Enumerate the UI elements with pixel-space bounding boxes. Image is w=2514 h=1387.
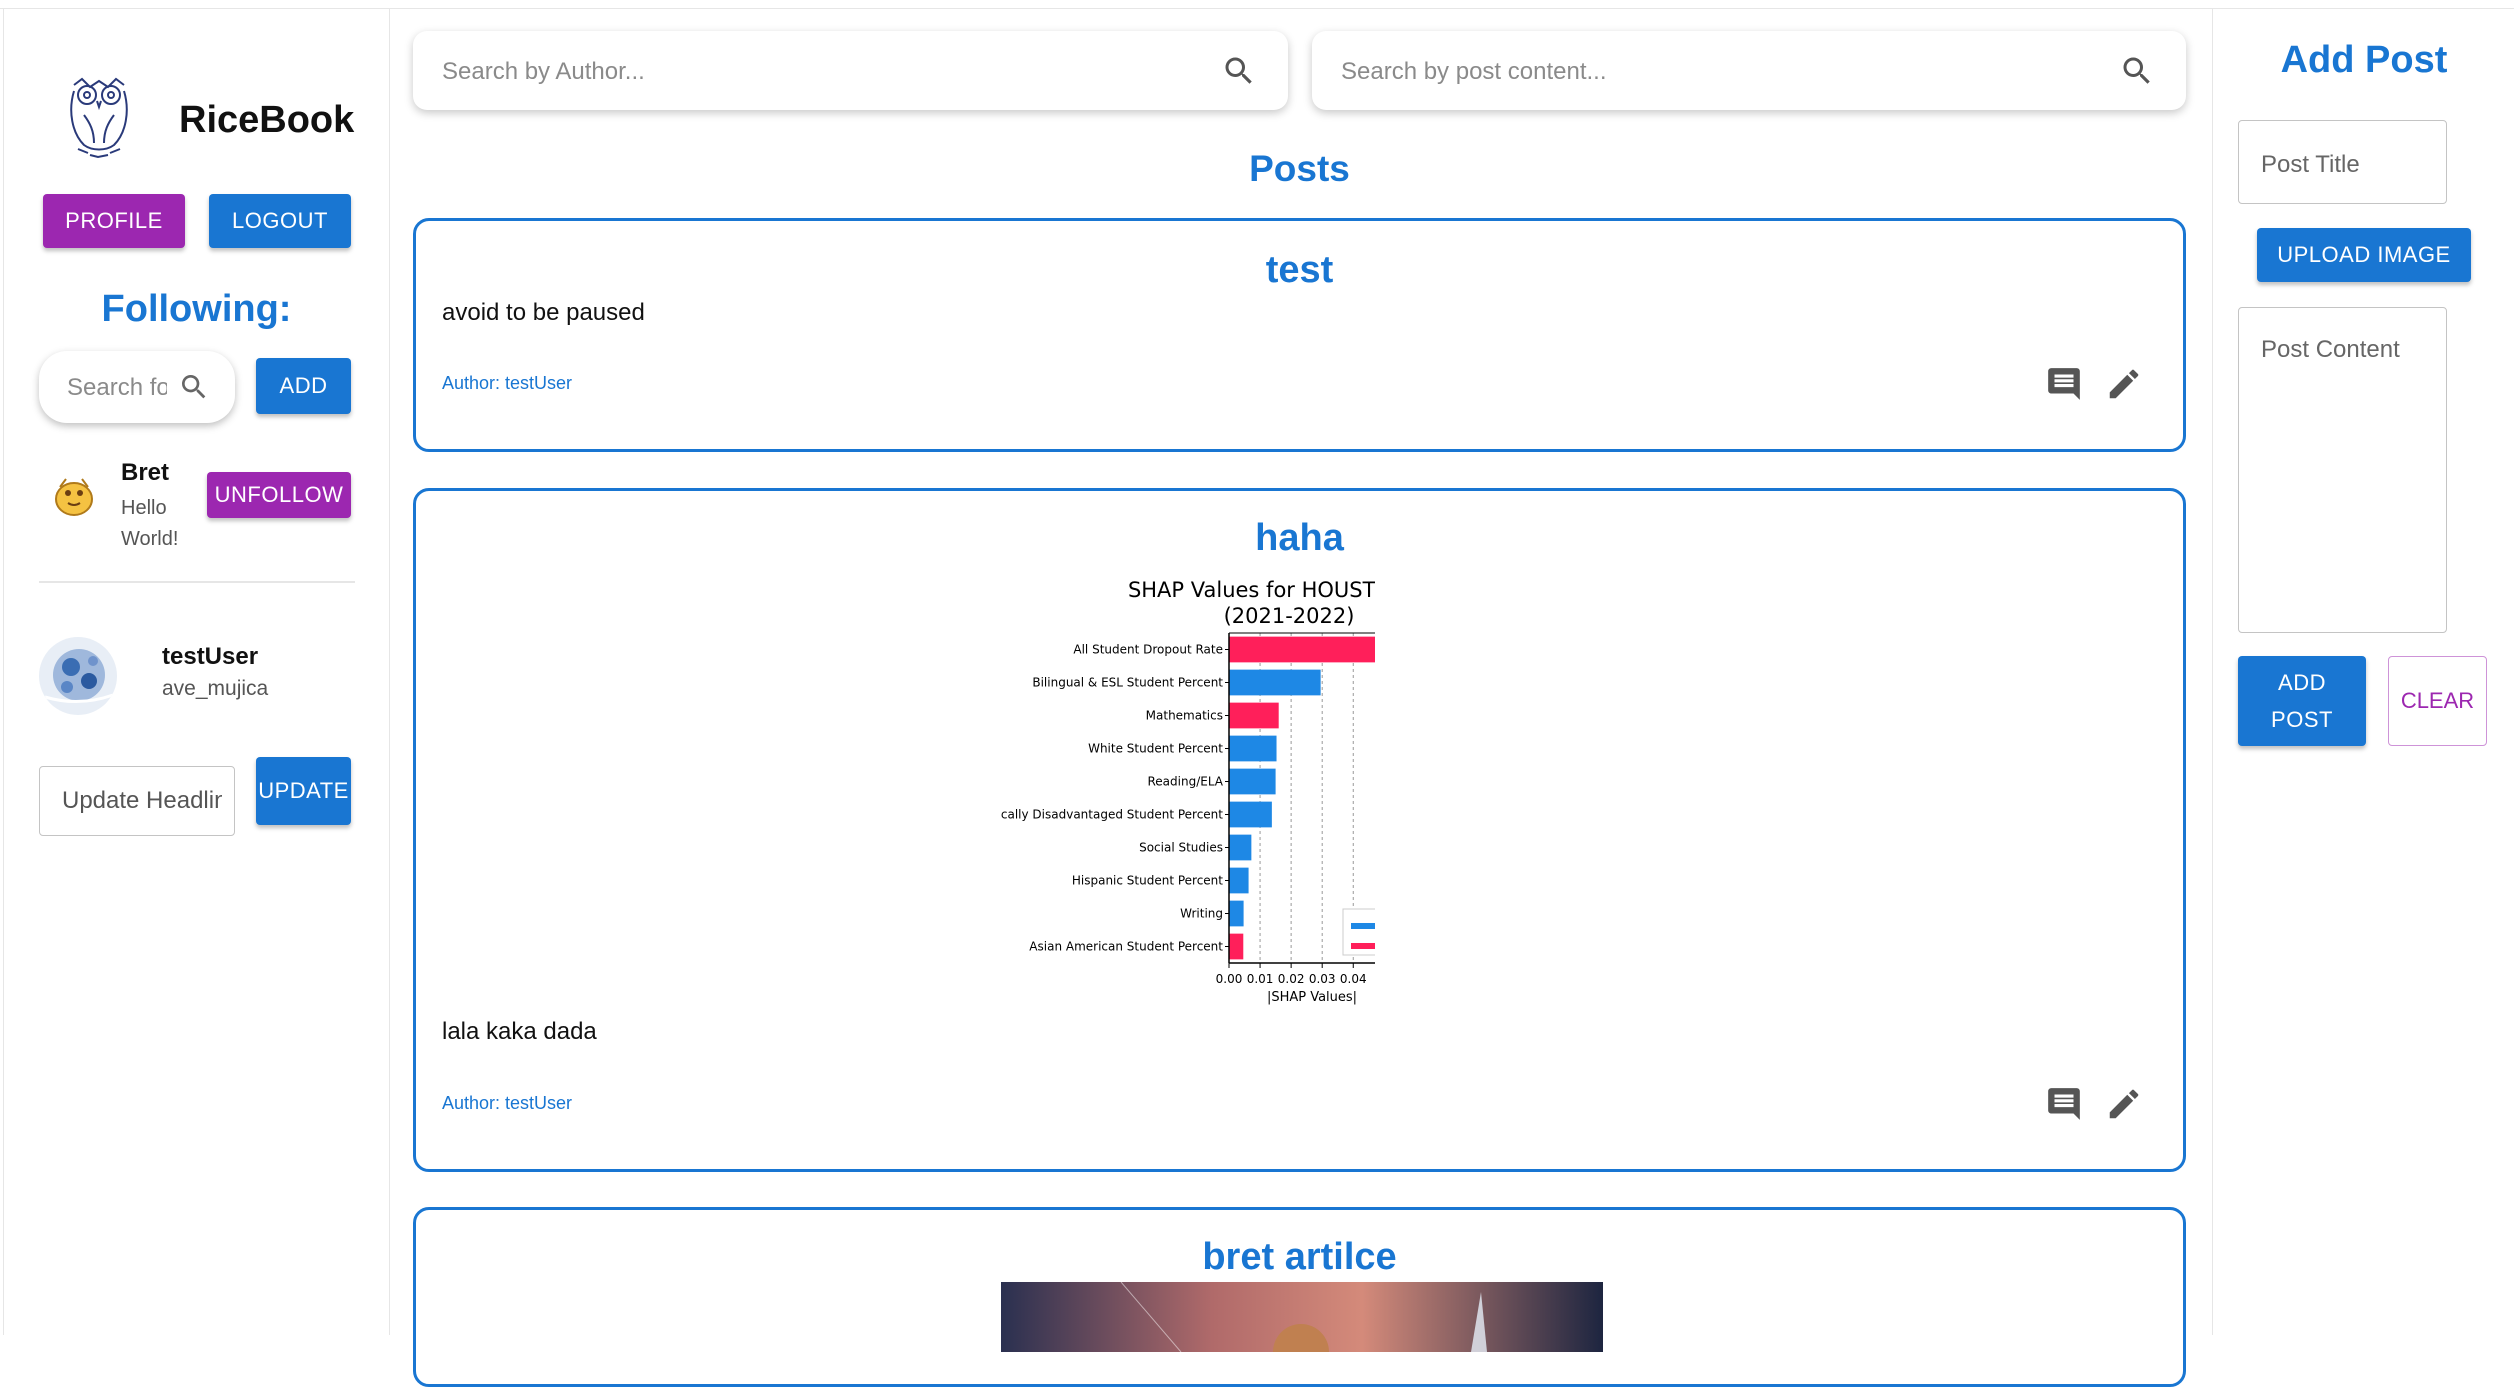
user-headline: ave_mujica bbox=[162, 677, 269, 700]
add-follow-button[interactable]: ADD bbox=[256, 358, 351, 414]
chart-y-tick-label: Bilingual & ESL Student Percent bbox=[1032, 676, 1223, 690]
sidebar-divider bbox=[39, 581, 355, 583]
owl-logo-icon bbox=[70, 77, 128, 159]
chart-bar bbox=[1229, 801, 1272, 828]
following-heading: Following: bbox=[101, 288, 292, 330]
chart-y-tick-label: Economically Disadvantaged Student Perce… bbox=[1001, 808, 1223, 822]
search-icon[interactable] bbox=[1221, 53, 1257, 89]
chart-y-tick-label: Asian American Student Percent bbox=[1029, 940, 1223, 954]
chart-y-tick-label: Mathematics bbox=[1146, 709, 1223, 723]
chart-y-tick-label: Hispanic Student Percent bbox=[1072, 874, 1223, 888]
chart-x-ticks: 0.00 0.01 0.02 0.03 0.04 bbox=[1216, 963, 1367, 986]
posts-heading: Posts bbox=[1249, 148, 1350, 189]
follower-avatar bbox=[55, 478, 93, 516]
chart-y-tick-label: White Student Percent bbox=[1088, 742, 1223, 756]
chart-x-tick-label: 0.04 bbox=[1340, 972, 1367, 986]
follow-search-input[interactable] bbox=[65, 369, 169, 407]
chart-y-tick-label: Writing bbox=[1180, 907, 1223, 921]
post-body: lala kaka dada bbox=[442, 1018, 597, 1045]
chart-bar bbox=[1229, 636, 1375, 663]
chart-x-tick-label: 0.00 bbox=[1216, 972, 1243, 986]
sidebar: RiceBook PROFILE LOGOUT Following: ADD B… bbox=[3, 9, 390, 1335]
chart-title-line-2: (2021-2022) bbox=[1224, 604, 1355, 628]
chart-x-tick-label: 0.01 bbox=[1247, 972, 1274, 986]
app-brand: RiceBook bbox=[179, 99, 355, 141]
user-avatar bbox=[39, 637, 117, 715]
chart-bar bbox=[1229, 735, 1277, 762]
post-title: haha bbox=[1255, 517, 1344, 559]
post-card: bret artilce bbox=[413, 1207, 2186, 1387]
chart-y-tick-label: All Student Dropout Rate bbox=[1073, 643, 1223, 657]
content-search-box bbox=[1312, 31, 2186, 110]
update-headline-button[interactable]: UPDATE bbox=[256, 757, 351, 825]
chart-legend: Elevating FeaturesDiminishing Features bbox=[1342, 908, 1375, 956]
chart-y-tick-label: Reading/ELA bbox=[1147, 775, 1223, 789]
post-card: test avoid to be paused Author: testUser bbox=[413, 218, 2186, 452]
post-title: test bbox=[1265, 249, 1334, 291]
headline-input[interactable] bbox=[60, 783, 224, 819]
chart-x-tick-label: 0.02 bbox=[1278, 972, 1305, 986]
follower-name: Bret bbox=[121, 459, 170, 486]
post-title-field bbox=[2238, 120, 2447, 204]
chart-x-tick-label: 0.03 bbox=[1309, 972, 1336, 986]
chart-bar bbox=[1229, 867, 1249, 894]
logout-button[interactable]: LOGOUT bbox=[209, 194, 351, 248]
post-content-input[interactable] bbox=[2259, 334, 2438, 618]
comment-icon[interactable] bbox=[2045, 1085, 2083, 1123]
chart-bar bbox=[1229, 834, 1252, 861]
comment-icon[interactable] bbox=[2045, 365, 2083, 403]
post-title-input[interactable] bbox=[2259, 147, 2433, 183]
user-name: testUser bbox=[162, 643, 259, 670]
unfollow-button[interactable]: UNFOLLOW bbox=[207, 472, 351, 518]
chart-y-tick-label: Social Studies bbox=[1139, 841, 1223, 855]
author-search-input[interactable] bbox=[440, 53, 1204, 91]
follow-search-box bbox=[39, 351, 235, 423]
author-search-box bbox=[413, 31, 1288, 110]
chart-bar bbox=[1229, 933, 1244, 960]
edit-icon[interactable] bbox=[2105, 1085, 2143, 1123]
clear-button[interactable]: CLEAR bbox=[2388, 656, 2487, 746]
chart-bar bbox=[1229, 900, 1244, 927]
chart-bar bbox=[1229, 768, 1276, 795]
follower-status: Hello World! bbox=[121, 497, 179, 550]
post-body: avoid to be paused bbox=[442, 299, 645, 326]
window-top-border bbox=[0, 0, 2514, 9]
chart-bar bbox=[1229, 702, 1279, 729]
add-post-heading: Add Post bbox=[2280, 39, 2448, 81]
add-post-button[interactable]: ADD POST bbox=[2238, 656, 2366, 746]
edit-icon[interactable] bbox=[2105, 365, 2143, 403]
search-icon[interactable] bbox=[178, 371, 210, 403]
chart-y-labels: All Student Dropout Rate Bilingual & ESL … bbox=[1001, 643, 1229, 954]
chart-bar bbox=[1229, 669, 1321, 696]
search-icon[interactable] bbox=[2119, 53, 2155, 89]
post-card: haha SHAP Values for HOUSTON ISD (2021-2… bbox=[413, 488, 2186, 1172]
chart-title: SHAP Values for HOUSTON ISD (2021-2022) bbox=[1128, 578, 1375, 628]
headline-field bbox=[39, 766, 235, 836]
post-image-shap-chart: SHAP Values for HOUSTON ISD (2021-2022) … bbox=[1001, 578, 1375, 1005]
post-content-field bbox=[2238, 307, 2447, 633]
chart-title-line-1: SHAP Values for HOUSTON ISD bbox=[1128, 578, 1375, 602]
chart-x-label: |SHAP Values| bbox=[1267, 990, 1357, 1005]
profile-button[interactable]: PROFILE bbox=[43, 194, 185, 248]
post-title: bret artilce bbox=[1202, 1236, 1397, 1278]
content-search-input[interactable] bbox=[1339, 53, 2103, 91]
post-author: Author: testUser bbox=[442, 1093, 573, 1113]
post-author: Author: testUser bbox=[442, 373, 573, 393]
post-image-anime bbox=[1001, 1282, 1603, 1352]
upload-image-button[interactable]: UPLOAD IMAGE bbox=[2257, 228, 2471, 282]
